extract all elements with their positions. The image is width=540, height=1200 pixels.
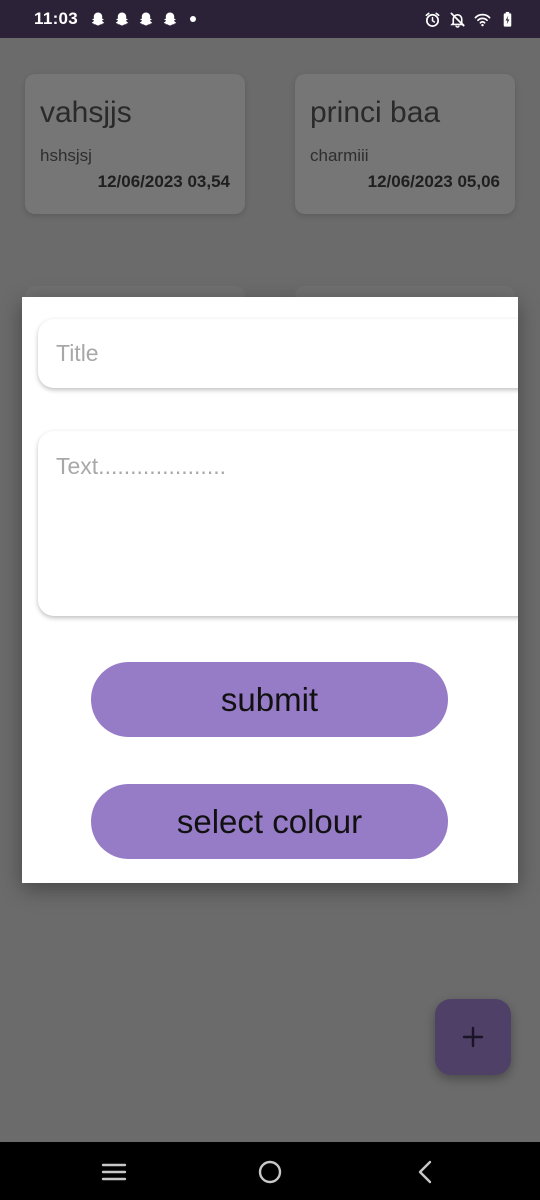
title-input[interactable]: Title xyxy=(38,319,518,388)
note-title: vahsjjs xyxy=(40,96,132,129)
navigation-bar xyxy=(0,1142,540,1200)
alarm-icon xyxy=(425,12,440,27)
system-icons xyxy=(424,11,516,28)
home-icon xyxy=(258,1160,282,1184)
wifi-icon xyxy=(474,13,491,26)
more-notifications-dot xyxy=(190,16,197,22)
text-input[interactable]: Text.................... xyxy=(38,431,518,616)
recents-button[interactable] xyxy=(101,1159,127,1185)
note-date: 12/06/2023 03,54 xyxy=(97,172,230,191)
text-placeholder: Text.................... xyxy=(56,453,226,479)
plus-icon xyxy=(462,1026,484,1048)
snapchat-icon xyxy=(139,12,153,26)
snapchat-icon xyxy=(91,12,105,26)
note-card[interactable]: princi baa charmiii 12/06/2023 05,06 xyxy=(295,74,515,214)
note-card[interactable]: vahsjjs hshsjsj 12/06/2023 03,54 xyxy=(25,74,245,214)
note-date: 12/06/2023 05,06 xyxy=(367,172,500,191)
select-colour-button[interactable]: select colour xyxy=(91,784,448,859)
submit-button[interactable]: submit xyxy=(91,662,448,737)
recents-icon xyxy=(101,1163,127,1181)
battery-charging-icon xyxy=(503,11,512,27)
home-button[interactable] xyxy=(257,1159,283,1185)
add-note-dialog: Title Text.................... submit se… xyxy=(22,297,518,883)
back-button[interactable] xyxy=(413,1159,439,1185)
snapchat-icon xyxy=(115,12,129,26)
status-bar: 11:03 xyxy=(0,0,540,38)
notifications-off-icon xyxy=(450,12,465,28)
note-title: princi baa xyxy=(310,96,441,129)
note-text: charmiii xyxy=(310,146,369,165)
status-time: 11:03 xyxy=(34,9,79,28)
note-text: hshsjsj xyxy=(40,146,92,165)
back-icon xyxy=(418,1160,432,1184)
title-placeholder: Title xyxy=(56,340,99,366)
add-note-button[interactable] xyxy=(435,999,511,1075)
notification-icons xyxy=(90,11,197,27)
snapchat-icon xyxy=(163,12,177,26)
